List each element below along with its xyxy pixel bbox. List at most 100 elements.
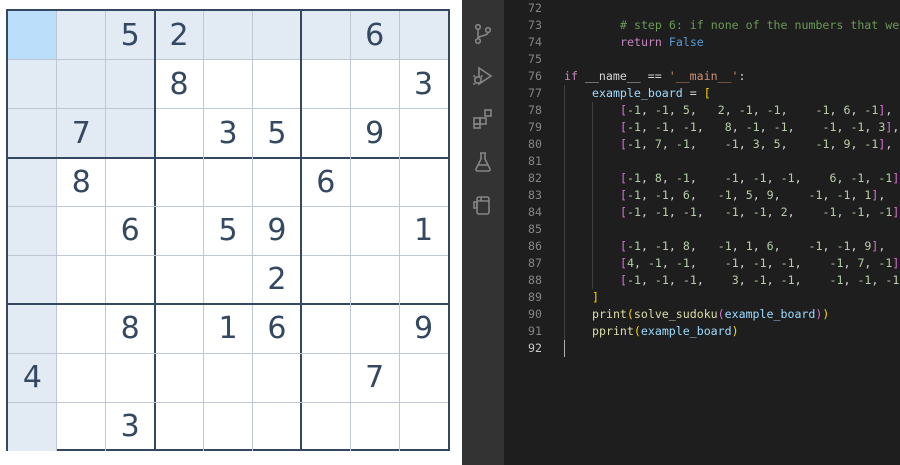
sudoku-cell[interactable]: 2 xyxy=(154,11,204,60)
sudoku-cell[interactable] xyxy=(106,353,155,402)
code-token: -1 xyxy=(864,137,879,151)
sudoku-cell[interactable] xyxy=(301,60,350,109)
sudoku-cell[interactable] xyxy=(204,353,253,402)
sudoku-cell[interactable] xyxy=(252,353,301,402)
sudoku-cell[interactable] xyxy=(252,158,301,207)
sudoku-cell[interactable] xyxy=(105,108,155,158)
sudoku-cell[interactable] xyxy=(8,11,57,60)
run-debug-icon[interactable] xyxy=(471,64,495,88)
sudoku-cell[interactable]: 9 xyxy=(399,304,448,353)
sudoku-cell[interactable]: 5 xyxy=(105,11,155,60)
sudoku-cell[interactable]: 8 xyxy=(106,304,155,353)
sudoku-cell[interactable] xyxy=(155,304,204,353)
remote-explorer-icon[interactable] xyxy=(471,193,495,217)
sudoku-cell[interactable]: 3 xyxy=(106,402,155,451)
sudoku-cell[interactable] xyxy=(301,304,350,353)
sudoku-cell[interactable] xyxy=(105,59,155,109)
sudoku-cell[interactable] xyxy=(106,255,155,304)
sudoku-cell[interactable] xyxy=(301,255,350,304)
sudoku-cell[interactable]: 7 xyxy=(350,353,399,402)
sudoku-cell[interactable]: 8 xyxy=(57,158,106,207)
sudoku-cell[interactable] xyxy=(8,59,57,109)
line-number: 77 xyxy=(528,86,542,100)
sudoku-cell[interactable]: 5 xyxy=(252,109,301,158)
sudoku-cell[interactable]: 6 xyxy=(106,207,155,256)
sudoku-cell[interactable] xyxy=(203,11,253,60)
sudoku-cell[interactable] xyxy=(252,11,302,60)
sudoku-cell[interactable]: 1 xyxy=(399,207,448,256)
sudoku-cell[interactable]: 6 xyxy=(252,304,301,353)
code-token: , xyxy=(668,239,683,253)
sudoku-cell[interactable]: 2 xyxy=(252,255,301,304)
code-token: , xyxy=(661,171,676,185)
sudoku-cell[interactable] xyxy=(57,304,106,353)
code-token: , xyxy=(871,273,886,287)
sudoku-cell[interactable]: 5 xyxy=(204,207,253,256)
sudoku-cell[interactable] xyxy=(399,353,448,402)
sudoku-cell[interactable] xyxy=(155,158,204,207)
sudoku-cell[interactable] xyxy=(155,402,204,451)
sudoku-cell[interactable]: 9 xyxy=(350,109,399,158)
sudoku-cell[interactable] xyxy=(155,255,204,304)
extensions-icon[interactable] xyxy=(471,107,495,131)
sudoku-cell[interactable]: 7 xyxy=(56,108,106,158)
code-area[interactable]: 72 73 # step 6: if none of the numbers tha… xyxy=(504,0,900,465)
cell-divider xyxy=(8,59,448,61)
sudoku-cell[interactable]: 9 xyxy=(252,207,301,256)
sudoku-cell[interactable] xyxy=(204,402,253,451)
sudoku-cell[interactable] xyxy=(350,60,399,109)
sudoku-cell[interactable] xyxy=(399,109,448,158)
sudoku-cell[interactable] xyxy=(350,402,399,451)
sudoku-cell[interactable] xyxy=(204,60,253,109)
sudoku-cell[interactable] xyxy=(204,158,253,207)
sudoku-cell[interactable] xyxy=(301,402,350,451)
sudoku-cell[interactable] xyxy=(204,255,253,304)
sudoku-cell[interactable]: 3 xyxy=(399,60,448,109)
sudoku-cell[interactable] xyxy=(155,207,204,256)
sudoku-cell[interactable]: 6 xyxy=(350,11,400,60)
sudoku-cell[interactable] xyxy=(8,304,57,354)
sudoku-cell[interactable] xyxy=(399,255,448,304)
sudoku-cell[interactable]: 8 xyxy=(155,60,204,109)
code-line: 79 [-1, -1, -1, 8, -1, -1, -1, -1, 3], xyxy=(504,119,900,136)
sudoku-cell[interactable] xyxy=(301,109,350,158)
sudoku-cell[interactable] xyxy=(350,158,399,207)
sudoku-cell[interactable] xyxy=(106,158,155,207)
sudoku-cell[interactable] xyxy=(57,402,106,451)
code-token: , xyxy=(668,120,683,134)
code-token: -1 xyxy=(675,137,690,151)
sudoku-cell[interactable] xyxy=(8,108,57,158)
sudoku-cell[interactable] xyxy=(8,206,57,256)
code-token: -1 xyxy=(752,205,767,219)
sudoku-cell[interactable] xyxy=(8,255,57,305)
sudoku-cell[interactable] xyxy=(301,11,351,60)
sudoku-cell[interactable] xyxy=(57,207,106,256)
sudoku-cell[interactable] xyxy=(155,109,204,158)
sudoku-cell[interactable]: 4 xyxy=(8,353,57,403)
sudoku-cell[interactable]: 6 xyxy=(301,158,350,207)
sudoku-cell[interactable] xyxy=(252,60,301,109)
sudoku-cell[interactable] xyxy=(155,353,204,402)
sudoku-cell[interactable] xyxy=(56,11,106,60)
sudoku-cell[interactable] xyxy=(56,59,106,109)
sudoku-cell[interactable] xyxy=(399,158,448,207)
code-token: [ xyxy=(620,205,627,219)
sudoku-cell[interactable] xyxy=(350,255,399,304)
sudoku-cell[interactable] xyxy=(8,402,57,451)
sudoku-cell[interactable] xyxy=(399,11,448,60)
sudoku-cell[interactable] xyxy=(399,402,448,451)
sudoku-cell[interactable] xyxy=(8,157,57,207)
sudoku-cell[interactable] xyxy=(57,255,106,304)
sudoku-cell[interactable] xyxy=(301,353,350,402)
sudoku-cell[interactable] xyxy=(252,402,301,451)
testing-icon[interactable] xyxy=(471,150,495,174)
sudoku-cell[interactable] xyxy=(350,207,399,256)
sudoku-cell[interactable] xyxy=(57,353,106,402)
cell-divider xyxy=(8,206,448,208)
sudoku-cell[interactable] xyxy=(350,304,399,353)
sudoku-cell[interactable]: 1 xyxy=(204,304,253,353)
sudoku-cell[interactable] xyxy=(301,207,350,256)
sudoku-cell[interactable]: 3 xyxy=(204,109,253,158)
source-control-icon[interactable] xyxy=(471,22,495,46)
